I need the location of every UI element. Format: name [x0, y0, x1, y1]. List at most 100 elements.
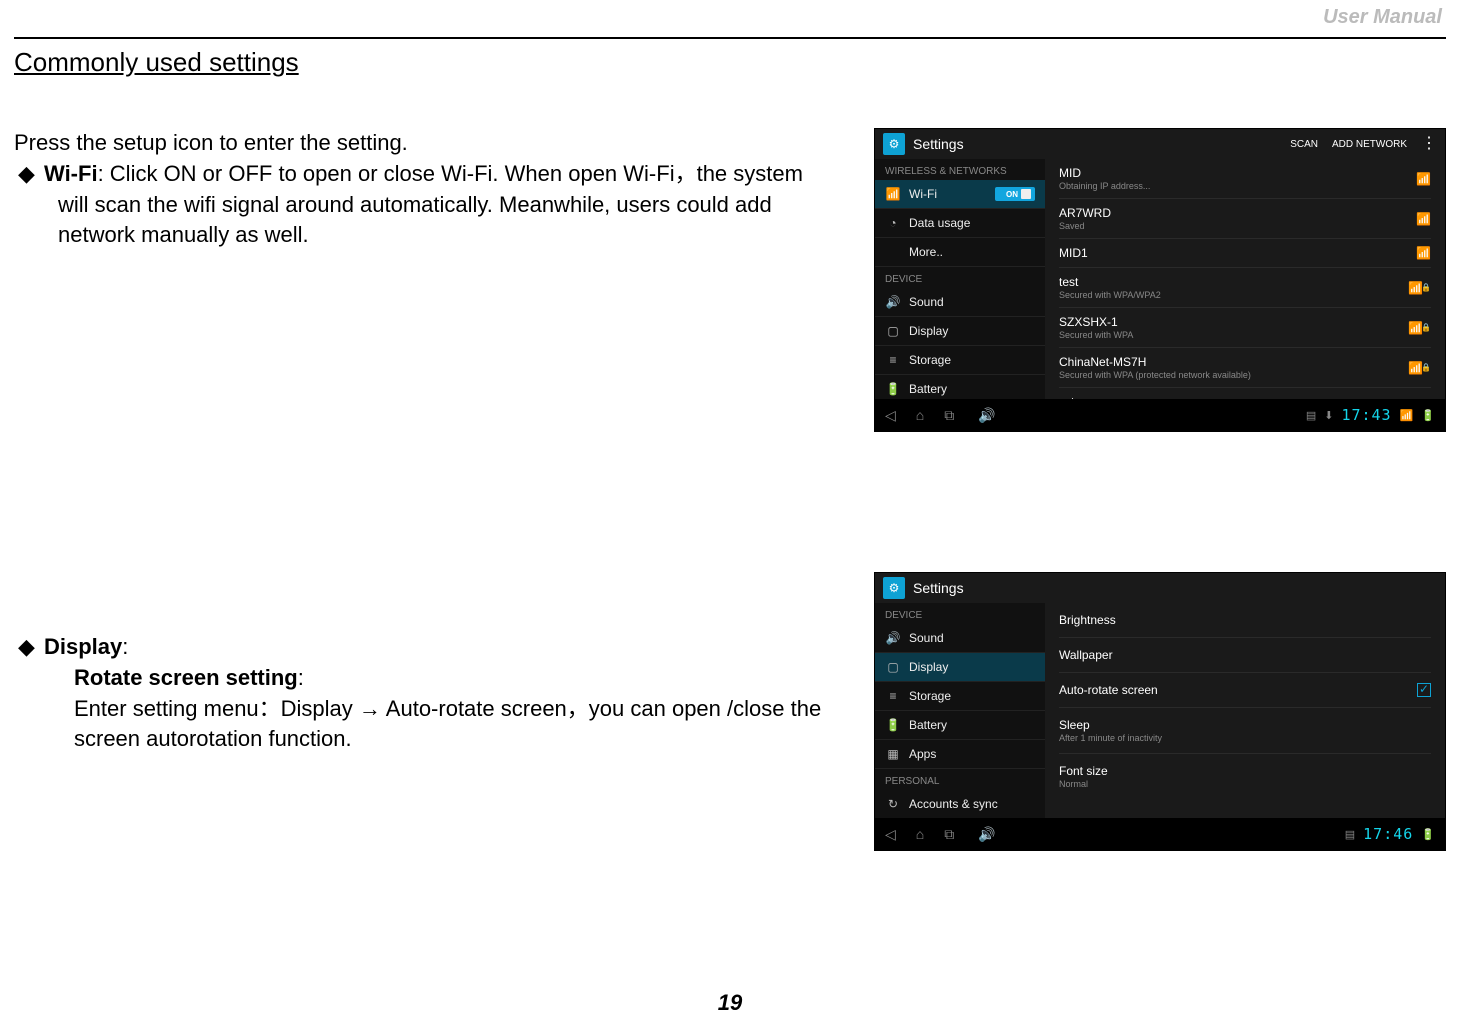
wifi-signal-icon: 📶	[1416, 212, 1431, 226]
network-status: Saved	[1059, 221, 1416, 231]
auto-rotate-checkbox[interactable]	[1417, 683, 1431, 697]
wifi-status-icon: 📶	[1400, 409, 1414, 422]
wifi-network-list[interactable]: MIDObtaining IP address...📶 AR7WRDSaved📶…	[1045, 159, 1445, 399]
display-options-list[interactable]: Brightness Wallpaper Auto-rotate screen …	[1045, 603, 1445, 818]
wifi-signal-icon: 📶	[1416, 246, 1431, 260]
sound-icon: 🔊	[885, 631, 901, 645]
sidebar-item-storage[interactable]: ≡Storage	[875, 682, 1045, 711]
sidebar-label: Wi-Fi	[909, 187, 995, 201]
sidebar-item-storage[interactable]: ≡ Storage	[875, 346, 1045, 375]
option-sub: After 1 minute of inactivity	[1059, 733, 1162, 743]
back-icon[interactable]: ◁	[885, 407, 896, 424]
recent-icon[interactable]: ⧉	[944, 826, 954, 843]
scan-button[interactable]: SCAN	[1290, 139, 1318, 150]
home-icon[interactable]: ⌂	[916, 407, 924, 424]
settings-sidebar: DEVICE 🔊 Sound ▢ Display ≡Storage 🔋 Battery…	[875, 603, 1045, 818]
text-block-display: ◆ Display: Rotate screen setting: Enter …	[14, 572, 854, 755]
sdcard-icon: ▤	[1306, 409, 1316, 422]
action-bar: ⚙ Settings	[875, 573, 1445, 603]
screenshot-display-settings: ⚙ Settings DEVICE 🔊 Sound ▢ Display ≡Stora…	[874, 572, 1446, 851]
wifi-text-a: Click ON or OFF to open or close Wi-Fi. …	[110, 161, 803, 186]
network-row[interactable]: testSecured with WPA/WPA2📶🔒	[1059, 268, 1431, 308]
system-nav-bar: ◁ ⌂ ⧉ 🔊 ▤ 17:46 🔋	[875, 818, 1445, 850]
sidebar-item-battery[interactable]: 🔋 Battery	[875, 375, 1045, 399]
sound-icon: 🔊	[885, 295, 901, 309]
network-row[interactable]: SZXSHX-1Secured with WPA📶🔒	[1059, 308, 1431, 348]
option-name: Sleep	[1059, 718, 1162, 732]
sync-icon: ↻	[885, 797, 901, 811]
wifi-text-c: network manually as well.	[14, 220, 854, 251]
option-sub: Normal	[1059, 779, 1108, 789]
sidebar-item-more[interactable]: More..	[875, 238, 1045, 267]
page-number: 19	[0, 990, 1460, 1016]
sdcard-icon: ▤	[1345, 828, 1355, 841]
download-icon: ⬇	[1324, 409, 1333, 422]
top-divider	[14, 37, 1446, 39]
network-row[interactable]: MIDObtaining IP address...📶	[1059, 159, 1431, 199]
text-block-wifi: Press the setup icon to enter the settin…	[14, 128, 854, 251]
battery-icon: 🔋	[885, 718, 901, 732]
sidebar-header-device: DEVICE	[875, 267, 1045, 288]
overflow-menu-icon[interactable]: ⋮	[1421, 141, 1437, 147]
battery-icon: 🔋	[885, 382, 901, 396]
action-bar: ⚙ Settings SCAN ADD NETWORK ⋮	[875, 129, 1445, 159]
sidebar-label: More..	[909, 245, 1035, 259]
network-name: SZXSHX-1	[1059, 315, 1408, 329]
option-font-size[interactable]: Font sizeNormal	[1059, 754, 1431, 799]
option-brightness[interactable]: Brightness	[1059, 603, 1431, 638]
sidebar-item-sound[interactable]: 🔊 Sound	[875, 624, 1045, 653]
sidebar-item-display[interactable]: ▢ Display	[875, 653, 1045, 682]
storage-icon: ≡	[885, 353, 901, 367]
network-status: Obtaining IP address...	[1059, 181, 1416, 191]
sidebar-label: Battery	[909, 718, 1035, 732]
network-name: szta	[1059, 395, 1431, 399]
volume-icon[interactable]: 🔊	[978, 826, 995, 842]
sidebar-label: Display	[909, 660, 1035, 674]
sidebar-item-wifi[interactable]: 📶 Wi-Fi ON	[875, 180, 1045, 209]
sidebar-label: Storage	[909, 353, 1035, 367]
wifi-label: Wi-Fi	[44, 161, 98, 186]
home-icon[interactable]: ⌂	[916, 826, 924, 843]
status-time: 17:43	[1341, 406, 1391, 424]
network-name: MID	[1059, 166, 1416, 180]
add-network-button[interactable]: ADD NETWORK	[1332, 139, 1407, 150]
network-row[interactable]: szta	[1059, 388, 1431, 399]
display-icon: ▢	[885, 660, 901, 674]
screenshot-wifi-settings: ⚙ Settings SCAN ADD NETWORK ⋮ WIRELESS &…	[874, 128, 1446, 432]
settings-sidebar: WIRELESS & NETWORKS 📶 Wi-Fi ON ◔ Data us…	[875, 159, 1045, 399]
lock-icon: 🔒	[1421, 323, 1431, 332]
sidebar-header-device: DEVICE	[875, 603, 1045, 624]
sidebar-item-apps[interactable]: ▦Apps	[875, 740, 1045, 769]
rotate-label: Rotate screen setting	[74, 665, 298, 690]
sidebar-item-data-usage[interactable]: ◔ Data usage	[875, 209, 1045, 238]
wifi-icon: 📶	[885, 187, 901, 201]
option-auto-rotate[interactable]: Auto-rotate screen	[1059, 673, 1431, 708]
network-status: Secured with WPA (protected network avai…	[1059, 370, 1408, 380]
display-label: Display	[44, 634, 122, 659]
wifi-toggle[interactable]: ON	[995, 187, 1035, 201]
sidebar-label: Sound	[909, 631, 1035, 645]
sidebar-header-personal: PERSONAL	[875, 769, 1045, 790]
network-row[interactable]: MID1📶	[1059, 239, 1431, 268]
sidebar-label: Data usage	[909, 216, 1035, 230]
battery-status-icon: 🔋	[1421, 409, 1435, 422]
sidebar-label: Display	[909, 324, 1035, 338]
option-sleep[interactable]: SleepAfter 1 minute of inactivity	[1059, 708, 1431, 754]
network-row[interactable]: ChinaNet-MS7HSecured with WPA (protected…	[1059, 348, 1431, 388]
option-name: Font size	[1059, 764, 1108, 778]
volume-icon[interactable]: 🔊	[978, 407, 995, 423]
settings-icon[interactable]: ⚙	[883, 133, 905, 155]
sidebar-item-accounts[interactable]: ↻Accounts & sync	[875, 790, 1045, 818]
option-wallpaper[interactable]: Wallpaper	[1059, 638, 1431, 673]
rotate-colon: :	[298, 665, 304, 690]
sidebar-item-sound[interactable]: 🔊 Sound	[875, 288, 1045, 317]
network-row[interactable]: AR7WRDSaved📶	[1059, 199, 1431, 239]
recent-icon[interactable]: ⧉	[944, 407, 954, 424]
sidebar-item-display[interactable]: ▢ Display	[875, 317, 1045, 346]
sidebar-item-battery[interactable]: 🔋 Battery	[875, 711, 1045, 740]
back-icon[interactable]: ◁	[885, 826, 896, 843]
option-name: Brightness	[1059, 613, 1116, 627]
option-name: Auto-rotate screen	[1059, 683, 1417, 697]
settings-icon[interactable]: ⚙	[883, 577, 905, 599]
apps-icon: ▦	[885, 747, 901, 761]
